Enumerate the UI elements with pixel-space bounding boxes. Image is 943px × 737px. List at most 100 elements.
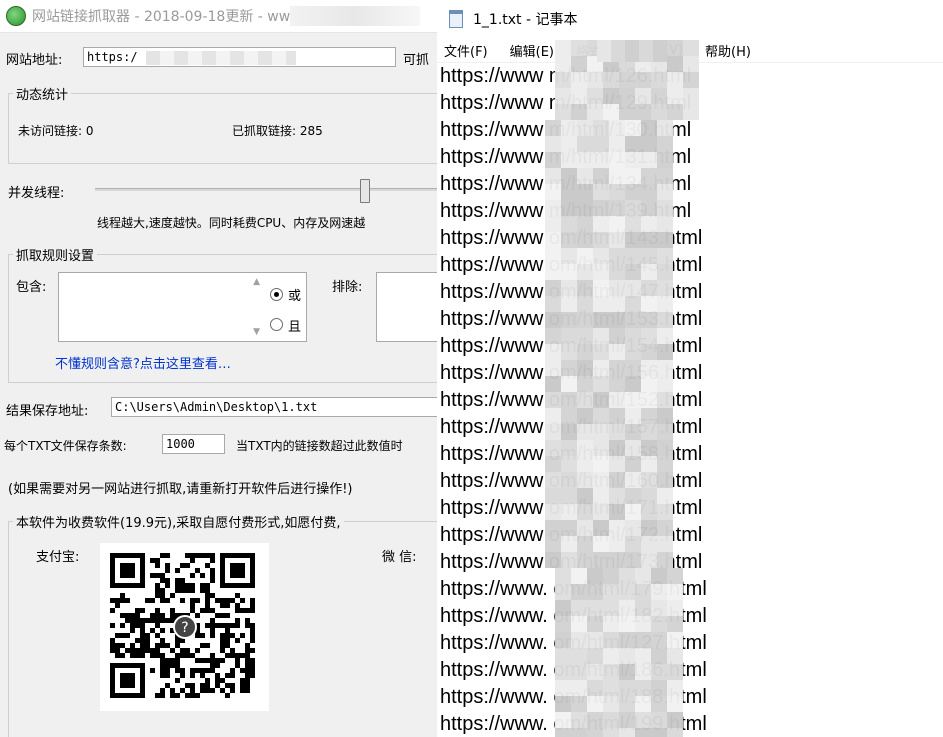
qr-module bbox=[175, 658, 180, 663]
qr-module bbox=[250, 673, 255, 678]
qr-module bbox=[250, 668, 255, 673]
text-line: https://www. om/html/182.html bbox=[440, 605, 707, 627]
qr-module bbox=[145, 618, 150, 623]
qr-module bbox=[170, 693, 175, 698]
qr-module bbox=[205, 593, 210, 598]
include-textarea[interactable]: ▲ ▼ bbox=[58, 272, 264, 342]
qr-module bbox=[220, 598, 225, 603]
alipay-qr-code: ? bbox=[100, 543, 269, 711]
qr-module bbox=[210, 663, 215, 668]
text-line: https://www om/html/173.html bbox=[440, 551, 703, 573]
scroll-down-icon[interactable]: ▼ bbox=[253, 327, 260, 337]
menu-format[interactable]: 格式 bbox=[569, 41, 602, 60]
save-path-input[interactable]: C:\Users\Admin\Desktop\1.txt bbox=[111, 397, 437, 417]
qr-module bbox=[110, 638, 115, 643]
qr-module bbox=[200, 683, 205, 688]
qr-module bbox=[180, 583, 185, 588]
qr-module bbox=[225, 683, 230, 688]
qr-module bbox=[225, 643, 230, 648]
qr-module bbox=[120, 653, 125, 658]
notepad-text-area[interactable]: https://www m/html/126.html https://www m… bbox=[440, 63, 707, 737]
notepad-title: 1_1.txt - 记事本 bbox=[473, 12, 578, 28]
qr-module bbox=[250, 638, 255, 643]
qr-module bbox=[120, 593, 125, 598]
qr-module bbox=[220, 638, 225, 643]
qr-module bbox=[180, 598, 185, 603]
text-line: https://www om/html/152.html bbox=[440, 389, 703, 411]
or-radio[interactable] bbox=[270, 288, 283, 301]
qr-module bbox=[135, 653, 140, 658]
qr-module bbox=[125, 648, 130, 653]
qr-module bbox=[210, 688, 215, 693]
qr-module bbox=[240, 633, 245, 638]
qr-module bbox=[110, 648, 115, 653]
qr-module bbox=[200, 673, 205, 678]
crawler-titlebar[interactable]: 网站链接抓取器 - 2018-09-18更新 - ww bbox=[0, 0, 437, 33]
text-line: https://www om/html/147.html bbox=[440, 281, 703, 303]
qr-module bbox=[180, 578, 185, 583]
rules-help-link[interactable]: 不懂规则含意?点击这里查看… bbox=[55, 353, 231, 372]
qr-module bbox=[165, 568, 170, 573]
qr-module bbox=[160, 553, 165, 558]
qr-module bbox=[245, 683, 250, 688]
qr-module bbox=[175, 653, 180, 658]
notepad-window: 1_1.txt - 记事本 文件(F) 编辑(E) 格式 (V) 帮助(H) h… bbox=[437, 0, 943, 737]
qr-module bbox=[160, 638, 165, 643]
qr-module bbox=[230, 648, 235, 653]
qr-module bbox=[250, 623, 255, 628]
qr-module bbox=[135, 648, 140, 653]
qr-module bbox=[160, 598, 165, 603]
qr-module bbox=[195, 693, 200, 698]
qr-module bbox=[190, 688, 195, 693]
scroll-up-icon[interactable]: ▲ bbox=[253, 277, 260, 287]
qr-module bbox=[215, 598, 220, 603]
qr-module bbox=[205, 598, 210, 603]
threads-slider-thumb[interactable] bbox=[360, 179, 371, 203]
rules-group-title: 抓取规则设置 bbox=[13, 245, 98, 264]
text-line: https://www om/html/156.html bbox=[440, 362, 703, 384]
menu-edit[interactable]: 编辑(E) bbox=[503, 41, 554, 60]
qr-module bbox=[185, 693, 190, 698]
threads-slider-track[interactable] bbox=[95, 188, 437, 191]
qr-module bbox=[185, 563, 190, 568]
qr-module bbox=[205, 608, 210, 613]
qr-module bbox=[140, 638, 145, 643]
qr-module bbox=[160, 668, 165, 673]
qr-module bbox=[165, 553, 170, 558]
exclude-textarea[interactable] bbox=[376, 272, 437, 342]
qr-module bbox=[140, 633, 145, 638]
qr-module bbox=[120, 598, 125, 603]
qr-module bbox=[240, 683, 245, 688]
qr-module bbox=[175, 588, 180, 593]
qr-module bbox=[215, 658, 220, 663]
qr-module bbox=[210, 553, 215, 558]
site-address-input[interactable]: https:/ bbox=[83, 47, 396, 67]
qr-module bbox=[230, 683, 235, 688]
qr-module bbox=[210, 578, 215, 583]
per-file-label: 每个TXT文件保存条数: bbox=[4, 439, 127, 453]
qr-module bbox=[145, 598, 150, 603]
qr-module bbox=[175, 643, 180, 648]
per-file-input[interactable]: 1000 bbox=[162, 434, 225, 454]
menu-file[interactable]: 文件(F) bbox=[437, 41, 488, 60]
notepad-titlebar[interactable]: 1_1.txt - 记事本 bbox=[437, 0, 943, 38]
per-file-hint: 当TXT内的链接数超过此数值时 bbox=[236, 439, 403, 453]
qr-module bbox=[175, 638, 180, 643]
qr-module bbox=[195, 613, 200, 618]
menu-help[interactable]: 帮助(H) bbox=[698, 41, 751, 60]
qr-module bbox=[235, 638, 240, 643]
qr-module bbox=[140, 618, 145, 623]
qr-module bbox=[185, 683, 190, 688]
fetch-button[interactable]: 可抓 bbox=[403, 49, 429, 68]
qr-module bbox=[135, 638, 140, 643]
qr-module bbox=[230, 563, 245, 578]
qr-module bbox=[185, 648, 190, 653]
menu-view[interactable]: (V) bbox=[657, 43, 683, 58]
text-line: https://www m/html/139.html bbox=[440, 200, 692, 222]
qr-module bbox=[175, 578, 180, 583]
qr-module bbox=[165, 663, 170, 668]
qr-module bbox=[225, 653, 230, 658]
qr-module bbox=[165, 618, 170, 623]
qr-module bbox=[125, 613, 130, 618]
and-radio[interactable] bbox=[270, 318, 283, 331]
